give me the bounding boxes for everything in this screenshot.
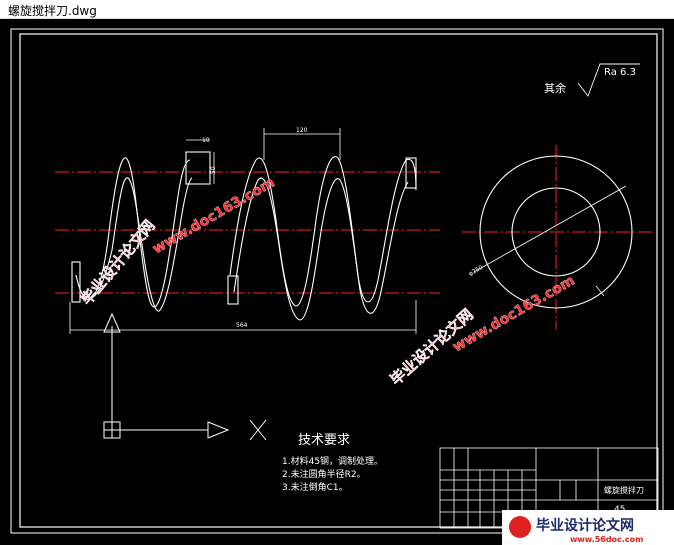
surface-finish-prefix: 其余 — [544, 81, 566, 95]
cad-drawing: 564 120 10 50 φ250 其余 Ra 6.3 技术要求 1.材料45… — [10, 28, 674, 545]
corner-logo: 毕业设计论文网 www.56doc.com — [502, 510, 674, 545]
dim-diameter-label: φ250 — [468, 264, 485, 278]
dim-120-label: 120 — [296, 127, 308, 134]
logo-text: 毕业设计论文网 — [536, 517, 634, 534]
watermark-url-1: www.doc163.com — [150, 174, 278, 257]
tech-req-heading: 技术要求 — [298, 433, 350, 448]
dimension-lines — [69, 128, 417, 334]
tech-req-item-1: 1.材料45钢，调制处理。 — [282, 455, 383, 467]
tech-req-item-3: 3.未注倒角C1。 — [282, 481, 348, 493]
drawing-canvas[interactable]: 564 120 10 50 φ250 其余 Ra 6.3 技术要求 1.材料45… — [0, 19, 674, 545]
ucs-icon — [103, 312, 267, 441]
surface-finish-value: Ra 6.3 — [604, 67, 636, 78]
helical-blade-view — [71, 151, 417, 321]
window-title: 螺旋搅拌刀.dwg — [8, 4, 97, 18]
dim-564-label: 564 — [236, 322, 248, 329]
watermark-group-2: 毕业设计论文网 www.doc163.com — [386, 272, 577, 389]
window-titlebar: 螺旋搅拌刀.dwg — [0, 0, 674, 19]
dim-50-label: 50 — [210, 166, 217, 174]
dim-10-label: 10 — [202, 137, 210, 144]
side-view — [462, 145, 652, 330]
logo-url: www.56doc.com — [570, 535, 643, 544]
tech-req-item-2: 2.未注圆角半径R2。 — [282, 468, 366, 480]
title-block-part-name: 螺旋搅拌刀 — [604, 485, 644, 495]
